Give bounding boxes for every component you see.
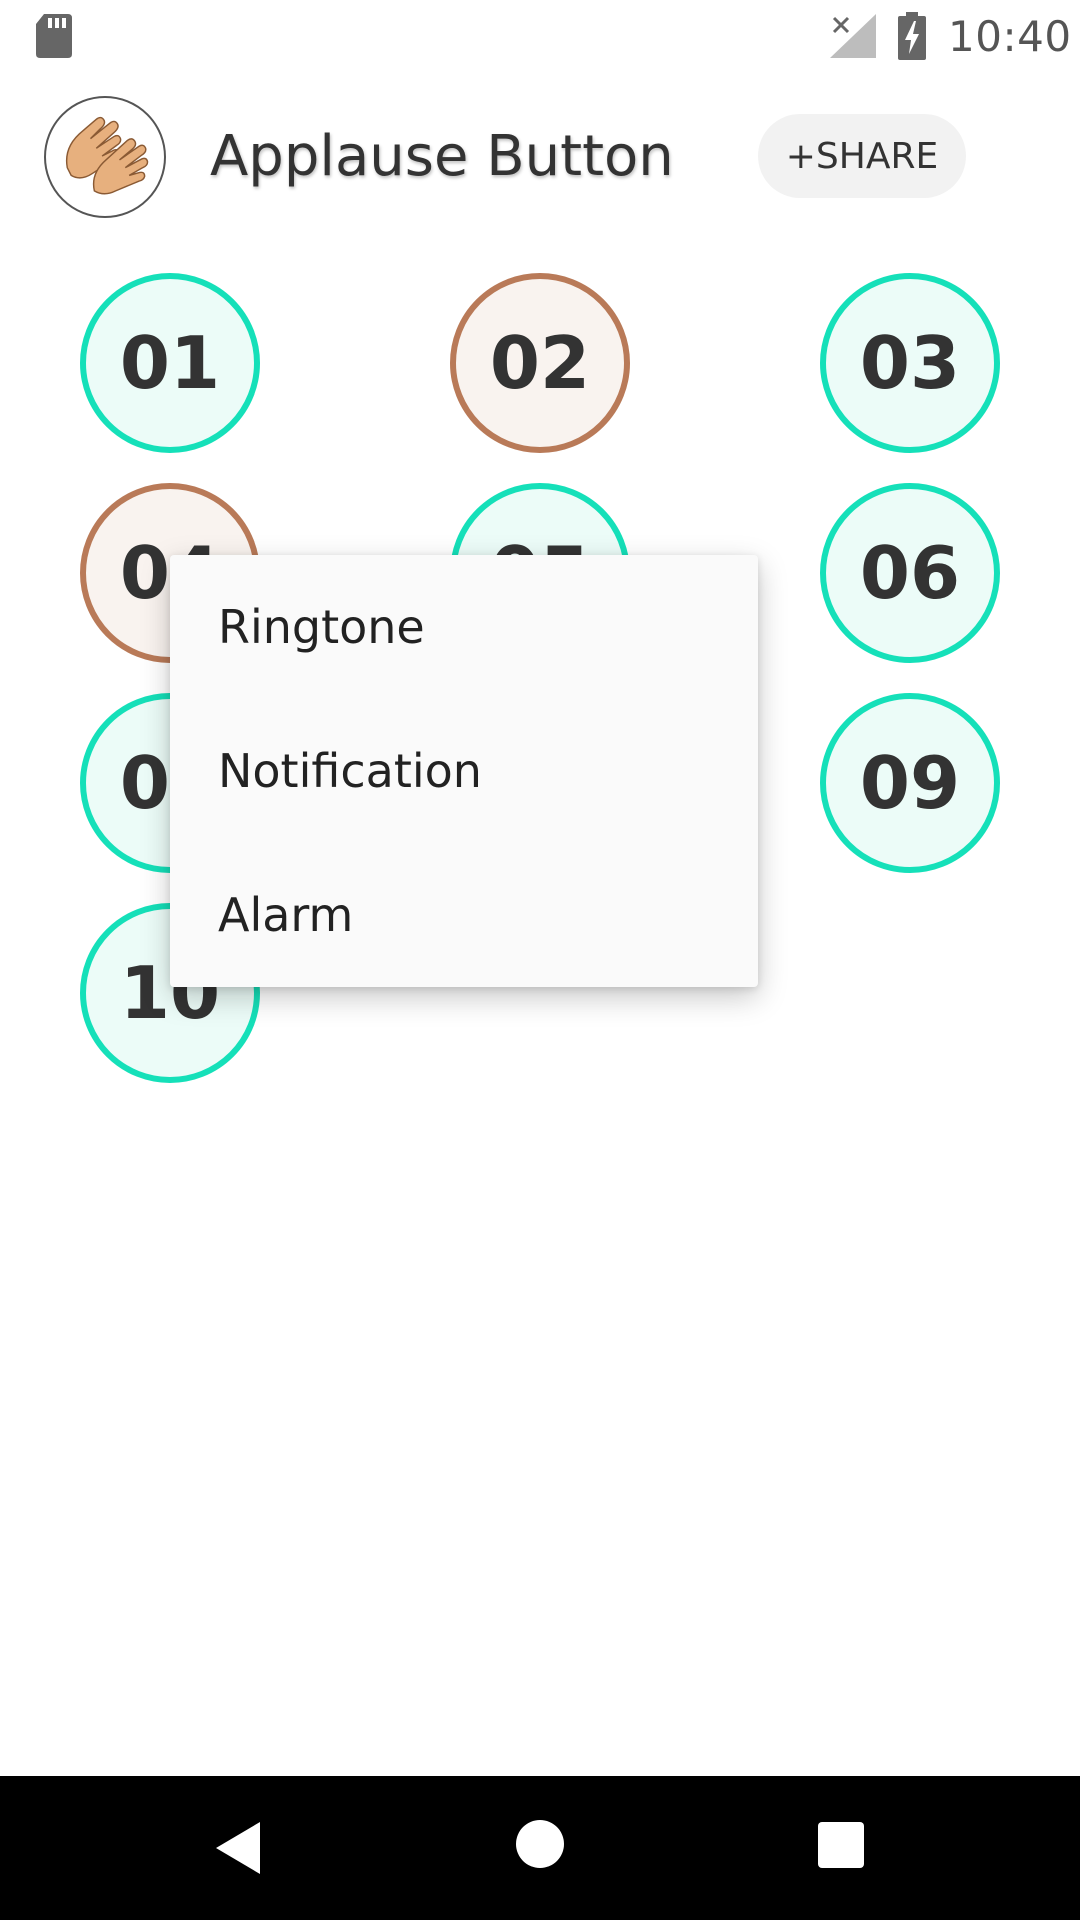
app-title: Applause Button [210, 124, 674, 189]
sound-button-03[interactable]: 03 [820, 273, 1000, 453]
sound-button-01[interactable]: 01 [80, 273, 260, 453]
recents-icon[interactable] [818, 1822, 864, 1868]
clock: 10:40 [948, 12, 1072, 61]
sd-card-icon [36, 14, 72, 58]
no-signal-icon [830, 14, 876, 58]
share-button[interactable]: +SHARE [758, 114, 966, 198]
clapping-hands-icon [65, 116, 149, 195]
sound-button-label: 09 [859, 741, 961, 825]
menu-item-notification[interactable]: Notification [170, 699, 758, 843]
sound-button-label: 02 [489, 321, 591, 405]
back-icon[interactable] [214, 1820, 262, 1876]
set-as-popup-menu: Ringtone Notification Alarm [170, 555, 758, 987]
sound-button-label: 01 [119, 321, 221, 405]
sound-button-06[interactable]: 06 [820, 483, 1000, 663]
status-bar: 10:40 [0, 0, 1080, 72]
menu-item-alarm[interactable]: Alarm [170, 843, 758, 987]
menu-item-ringtone[interactable]: Ringtone [170, 555, 758, 699]
battery-charging-icon [898, 12, 926, 60]
app-logo [44, 96, 166, 218]
home-icon[interactable] [516, 1820, 564, 1868]
sound-button-09[interactable]: 09 [820, 693, 1000, 873]
sound-button-02[interactable]: 02 [450, 273, 630, 453]
sound-button-label: 06 [859, 531, 961, 615]
sound-button-label: 03 [859, 321, 961, 405]
navigation-bar [0, 1776, 1080, 1920]
